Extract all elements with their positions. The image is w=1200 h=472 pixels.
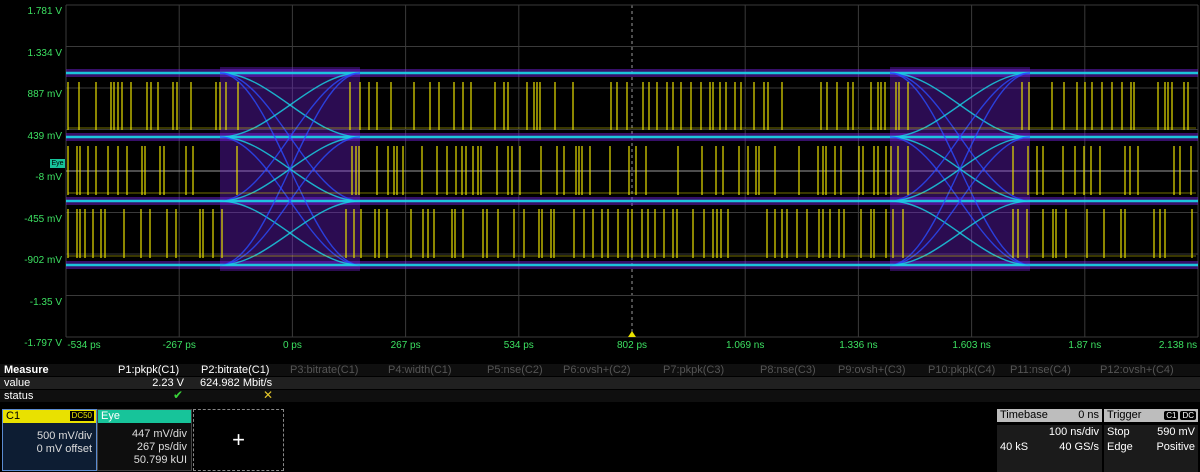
measure-param-8[interactable]: P8:nse(C3) — [760, 364, 816, 376]
waveform-grid — [65, 4, 1199, 338]
waveform-display[interactable]: 1.781 V 1.334 V 887 mV 439 mV -8 mV -455 mV -9… — [0, 0, 1200, 351]
measure-param-3[interactable]: P3:bitrate(C1) — [290, 364, 358, 376]
timebase-rate: 40 GS/s — [1059, 441, 1099, 453]
x-axis-tick-label: 802 ps — [616, 340, 648, 351]
trigger-title: Trigger — [1107, 409, 1142, 421]
eye-channel-descriptor[interactable]: Eye 447 mV/div 267 ps/div 50.799 kUI — [97, 409, 192, 471]
eye-vdiv: 447 mV/div — [131, 428, 187, 440]
measure-title: Measure — [4, 364, 49, 376]
c1-channel-descriptor[interactable]: C1 DC50 500 mV/div 0 mV offset — [2, 409, 97, 471]
trigger-type: Edge — [1107, 441, 1133, 453]
measure-table: Measure P1:pkpk(C1) P2:bitrate(C1) P3:bitr… — [0, 364, 1200, 408]
eye-name: Eye — [101, 410, 120, 422]
measure-param-9[interactable]: P9:ovsh+(C3) — [838, 364, 906, 376]
add-trace-button[interactable]: + — [193, 409, 284, 471]
measure-param-6[interactable]: P6:ovsh+(C2) — [563, 364, 631, 376]
c1-vdiv: 500 mV/div — [36, 430, 92, 442]
timebase-title: Timebase — [1000, 409, 1048, 421]
timebase-delay: 0 ns — [1078, 409, 1099, 421]
measure-param-4[interactable]: P4:width(C1) — [388, 364, 452, 376]
c1-offset: 0 mV offset — [36, 443, 92, 455]
trigger-mode: Stop — [1107, 426, 1130, 438]
y-axis-tick-label: 1.334 V — [27, 47, 62, 59]
trigger-level: 590 mV — [1157, 426, 1195, 438]
y-axis-tick-label: -902 mV — [24, 255, 62, 266]
p2-value: 624.982 Mbit/s — [200, 377, 273, 389]
measure-param-11[interactable]: P11:nse(C4) — [1010, 364, 1071, 376]
status-row-label: status — [4, 390, 34, 402]
p2-status-warn-icon: ✕ — [263, 388, 274, 402]
measure-param-10[interactable]: P10:pkpk(C4) — [928, 364, 995, 376]
measure-param-2[interactable]: P2:bitrate(C1) — [201, 364, 269, 376]
x-axis-tick-label: 0 ps — [282, 340, 302, 351]
p1-status-ok-icon: ✔ — [173, 388, 184, 402]
c1-coupling-badge: DC50 — [69, 411, 94, 421]
trigger-descriptor[interactable]: Trigger C1 DC Stop 590 mV Edge Positive — [1104, 409, 1198, 472]
y-axis-tick-label: 439 mV — [27, 130, 62, 142]
y-axis-tick-label: 1.781 V — [27, 6, 62, 17]
eye-tdiv: 267 ps/div — [136, 441, 187, 453]
trigger-position-marker — [628, 331, 636, 337]
x-axis-tick-label: 2.138 ns — [1158, 340, 1198, 351]
eye-ui-count: 50.799 kUI — [133, 454, 187, 466]
measure-header-row: Measure P1:pkpk(C1) P2:bitrate(C1) P3:bitr… — [0, 364, 1200, 376]
x-axis-tick-label: -534 ps — [67, 340, 101, 351]
x-axis-tick-label: 534 ps — [503, 340, 534, 351]
x-axis-tick-label: 1.603 ns — [952, 340, 991, 351]
x-axis-tick-label: -267 ps — [162, 340, 196, 351]
x-axis-tick-label: 1.336 ns — [839, 340, 878, 351]
y-axis-tick-label: -1.797 V — [24, 338, 62, 349]
measure-param-7[interactable]: P7:pkpk(C3) — [663, 364, 724, 376]
trigger-slope: Positive — [1156, 441, 1195, 453]
y-axis-tick-label: 887 mV — [27, 89, 62, 100]
y-axis-tick-label: -1.35 V — [29, 296, 62, 308]
x-axis-tick-label: 267 ps — [390, 340, 421, 351]
timebase-samples: 40 kS — [1000, 441, 1029, 453]
measure-param-12[interactable]: P12:ovsh+(C4) — [1100, 364, 1174, 376]
measure-param-5[interactable]: P5:nse(C2) — [487, 364, 543, 376]
c1-name: C1 — [6, 410, 21, 422]
measure-status-row: status ✔ ✕ — [0, 388, 1200, 402]
measure-param-1[interactable]: P1:pkpk(C1) — [118, 364, 179, 376]
y-axis-tick-label: -8 mV — [35, 172, 62, 183]
value-row-label: value — [4, 377, 31, 389]
timebase-tdiv: 100 ns/div — [1048, 426, 1099, 438]
y-axis-tick-label: -455 mV — [24, 213, 62, 225]
eye-trace-marker[interactable]: Eye — [50, 159, 65, 168]
trigger-source-tag: C1 — [1164, 411, 1179, 420]
x-axis-tick-label: 1.87 ns — [1068, 340, 1102, 351]
timebase-descriptor[interactable]: Timebase 0 ns 100 ns/div 40 kS 40 GS/s — [997, 409, 1102, 472]
x-axis-tick-label: 1.069 ns — [726, 340, 765, 351]
trigger-coupling-tag: DC — [1180, 411, 1196, 420]
